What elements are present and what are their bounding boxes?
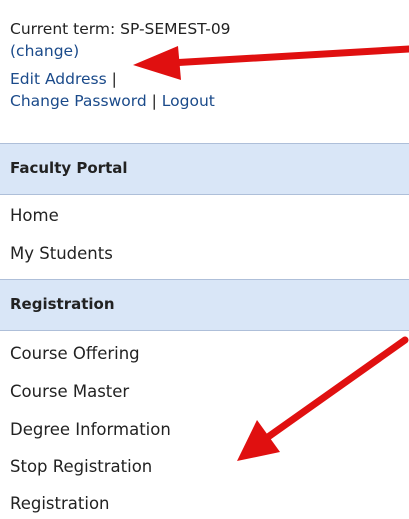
edit-address-link[interactable]: Edit Address	[10, 70, 107, 88]
arrow-shaft	[264, 336, 409, 441]
logout-link[interactable]: Logout	[162, 92, 215, 110]
section-title: Faculty Portal	[10, 159, 128, 177]
link-separator: |	[111, 70, 117, 88]
nav-item-course-offering[interactable]: Course Offering	[10, 343, 140, 365]
nav-item-registration[interactable]: Registration	[10, 493, 110, 515]
nav-item-degree-information[interactable]: Degree Information	[10, 419, 171, 441]
arrow-to-stop-registration	[237, 336, 409, 461]
nav-item-stop-registration[interactable]: Stop Registration	[10, 456, 152, 478]
change-password-link[interactable]: Change Password	[10, 92, 147, 110]
section-title: Registration	[10, 295, 115, 313]
nav-item-home[interactable]: Home	[10, 205, 59, 227]
current-term-label: Current term: SP-SEMEST-09	[10, 20, 231, 38]
change-term-link[interactable]: (change)	[10, 42, 79, 60]
arrow-head	[237, 420, 280, 461]
link-separator: |	[151, 92, 157, 110]
section-header-faculty-portal: Faculty Portal	[0, 143, 409, 195]
nav-item-course-master[interactable]: Course Master	[10, 381, 129, 403]
term-info: Current term: SP-SEMEST-09 (change) Edit…	[10, 18, 400, 112]
sidebar-panel: Current term: SP-SEMEST-09 (change) Edit…	[0, 0, 409, 519]
section-header-registration: Registration	[0, 279, 409, 331]
nav-item-my-students[interactable]: My Students	[10, 243, 113, 265]
